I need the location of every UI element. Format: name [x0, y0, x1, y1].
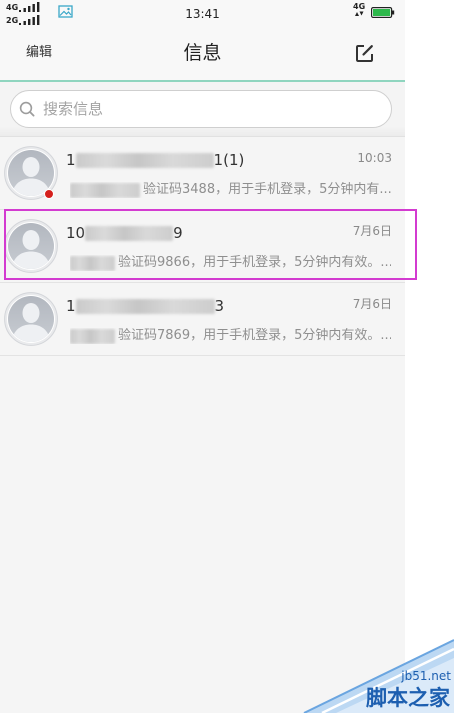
compose-icon[interactable] — [354, 43, 375, 64]
contact-name: 10 9 — [66, 224, 183, 242]
watermark-site: jb51.net — [401, 669, 451, 683]
message-preview-text: 验证码3488，用于手机登录，5分钟内有... — [143, 182, 391, 197]
redacted-blur — [70, 328, 115, 344]
redacted-blur — [85, 225, 174, 241]
data-arrows-icon — [355, 11, 364, 16]
contact-name-prefix: 1 — [66, 297, 76, 315]
redacted-blur — [75, 298, 215, 314]
conversation-row[interactable]: 10 9 7月6日 验证码9866，用于手机登录，5分钟内有效。... — [0, 209, 417, 283]
redacted-blur — [75, 152, 214, 168]
contact-name-prefix: 10 — [66, 224, 86, 242]
phone-screen: 4G 2G 13:41 4G 编辑 信息 搜索信息 1 1(1) 10:03 验… — [0, 0, 417, 713]
app-header: 编辑 信息 — [0, 28, 405, 82]
message-time: 7月6日 — [352, 297, 392, 311]
page-title: 信息 — [183, 42, 222, 64]
contact-avatar[interactable] — [4, 292, 58, 346]
message-preview: 验证码9866，用于手机登录，5分钟内有效。... — [70, 255, 391, 271]
message-preview-text: 验证码9866，用于手机登录，5分钟内有效。... — [118, 255, 391, 270]
message-preview: 验证码3488，用于手机登录，5分钟内有... — [70, 182, 391, 198]
search-icon — [19, 101, 35, 117]
data-network-label: 4G — [353, 2, 366, 11]
contact-name: 1 3 — [66, 297, 224, 315]
search-input[interactable] — [11, 91, 391, 127]
conversation-row[interactable]: 1 1(1) 10:03 验证码3488，用于手机登录，5分钟内有... — [0, 137, 405, 210]
contact-name-suffix: 9 — [173, 224, 183, 242]
conversation-list: 1 1(1) 10:03 验证码3488，用于手机登录，5分钟内有... 10 … — [0, 137, 417, 356]
message-preview-text: 验证码7869，用于手机登录，5分钟内有效。... — [118, 328, 391, 343]
message-preview: 验证码7869，用于手机登录，5分钟内有效。... — [70, 328, 391, 344]
redacted-blur — [70, 182, 140, 198]
search-bar[interactable] — [10, 90, 392, 128]
redacted-blur — [70, 255, 115, 271]
contact-name-suffix: 3 — [214, 297, 225, 315]
status-bar: 4G 2G 13:41 4G — [0, 0, 405, 28]
contact-name-suffix: 1(1) — [213, 151, 245, 169]
contact-name-prefix: 1 — [66, 151, 76, 169]
watermark-name: 脚本之家 — [366, 686, 450, 710]
battery-icon — [371, 7, 395, 18]
message-time: 10:03 — [357, 151, 392, 165]
conversation-row[interactable]: 1 3 7月6日 验证码7869，用于手机登录，5分钟内有效。... — [0, 283, 405, 356]
unread-indicator — [44, 189, 54, 199]
contact-avatar[interactable] — [4, 219, 58, 273]
contact-name: 1 1(1) — [66, 151, 244, 169]
status-time: 13:41 — [185, 7, 220, 21]
message-time: 7月6日 — [352, 224, 392, 238]
search-area — [0, 82, 405, 137]
